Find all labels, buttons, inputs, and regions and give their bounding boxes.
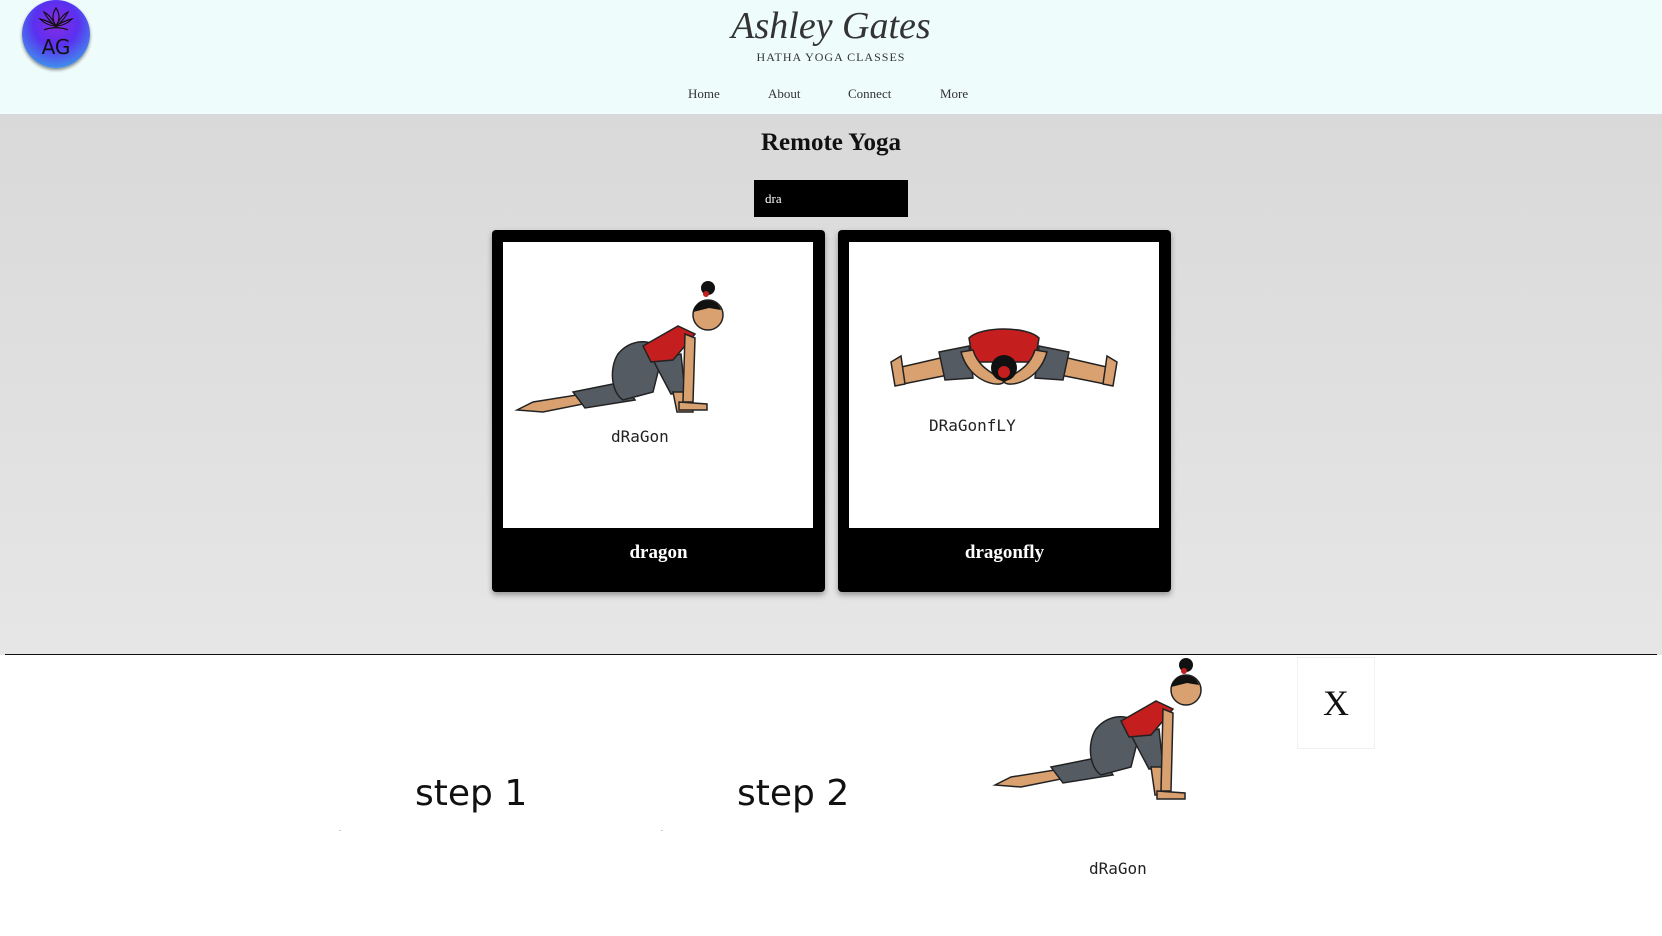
main-content: Remote Yoga dra dRaGon dragon DRaGonfLY … xyxy=(0,114,1662,655)
pose-card-dragonfly[interactable]: DRaGonfLY dragonfly xyxy=(838,230,1171,592)
pose-card-dragon[interactable]: dRaGon dragon xyxy=(492,230,825,592)
dragonfly-pose-illustration xyxy=(890,328,1118,387)
close-icon: X xyxy=(1323,683,1349,723)
site-header: AG Ashley Gates HATHA YOGA CLASSES Home … xyxy=(0,0,1662,114)
site-title[interactable]: Ashley Gates xyxy=(0,4,1662,48)
step-1-label: step 1 xyxy=(415,773,528,814)
pose-image-dragon: dRaGon xyxy=(503,242,813,528)
dragon-pose-step-illustration xyxy=(992,658,1202,800)
modal-pose-caption: dRaGon xyxy=(1089,859,1147,878)
nav-about[interactable]: About xyxy=(768,86,801,102)
page-title: Remote Yoga xyxy=(760,129,901,156)
pose-caption-dragon: dRaGon xyxy=(611,427,669,446)
main-nav: Home About Connect More xyxy=(0,86,1662,106)
dragon-pose-illustration xyxy=(514,281,724,413)
pose-image-dragonfly: DRaGonfLY xyxy=(849,242,1159,528)
pose-detail-modal: step 1 step 2 dRaGon X xyxy=(5,654,1657,936)
pose-label-dragon: dragon xyxy=(629,542,688,563)
nav-home[interactable]: Home xyxy=(688,86,720,102)
close-button[interactable]: X xyxy=(1297,657,1375,749)
step-2-label: step 2 xyxy=(737,773,850,814)
site-subtitle: HATHA YOGA CLASSES xyxy=(756,50,906,64)
pose-caption-dragonfly: DRaGonfLY xyxy=(929,416,1016,435)
nav-more[interactable]: More xyxy=(940,86,968,102)
search-input[interactable] xyxy=(754,180,908,217)
pose-label-dragonfly: dragonfly xyxy=(964,542,1045,563)
step-1-image-placeholder xyxy=(339,830,341,831)
step-2-image-placeholder xyxy=(661,830,663,831)
nav-connect[interactable]: Connect xyxy=(848,86,891,102)
